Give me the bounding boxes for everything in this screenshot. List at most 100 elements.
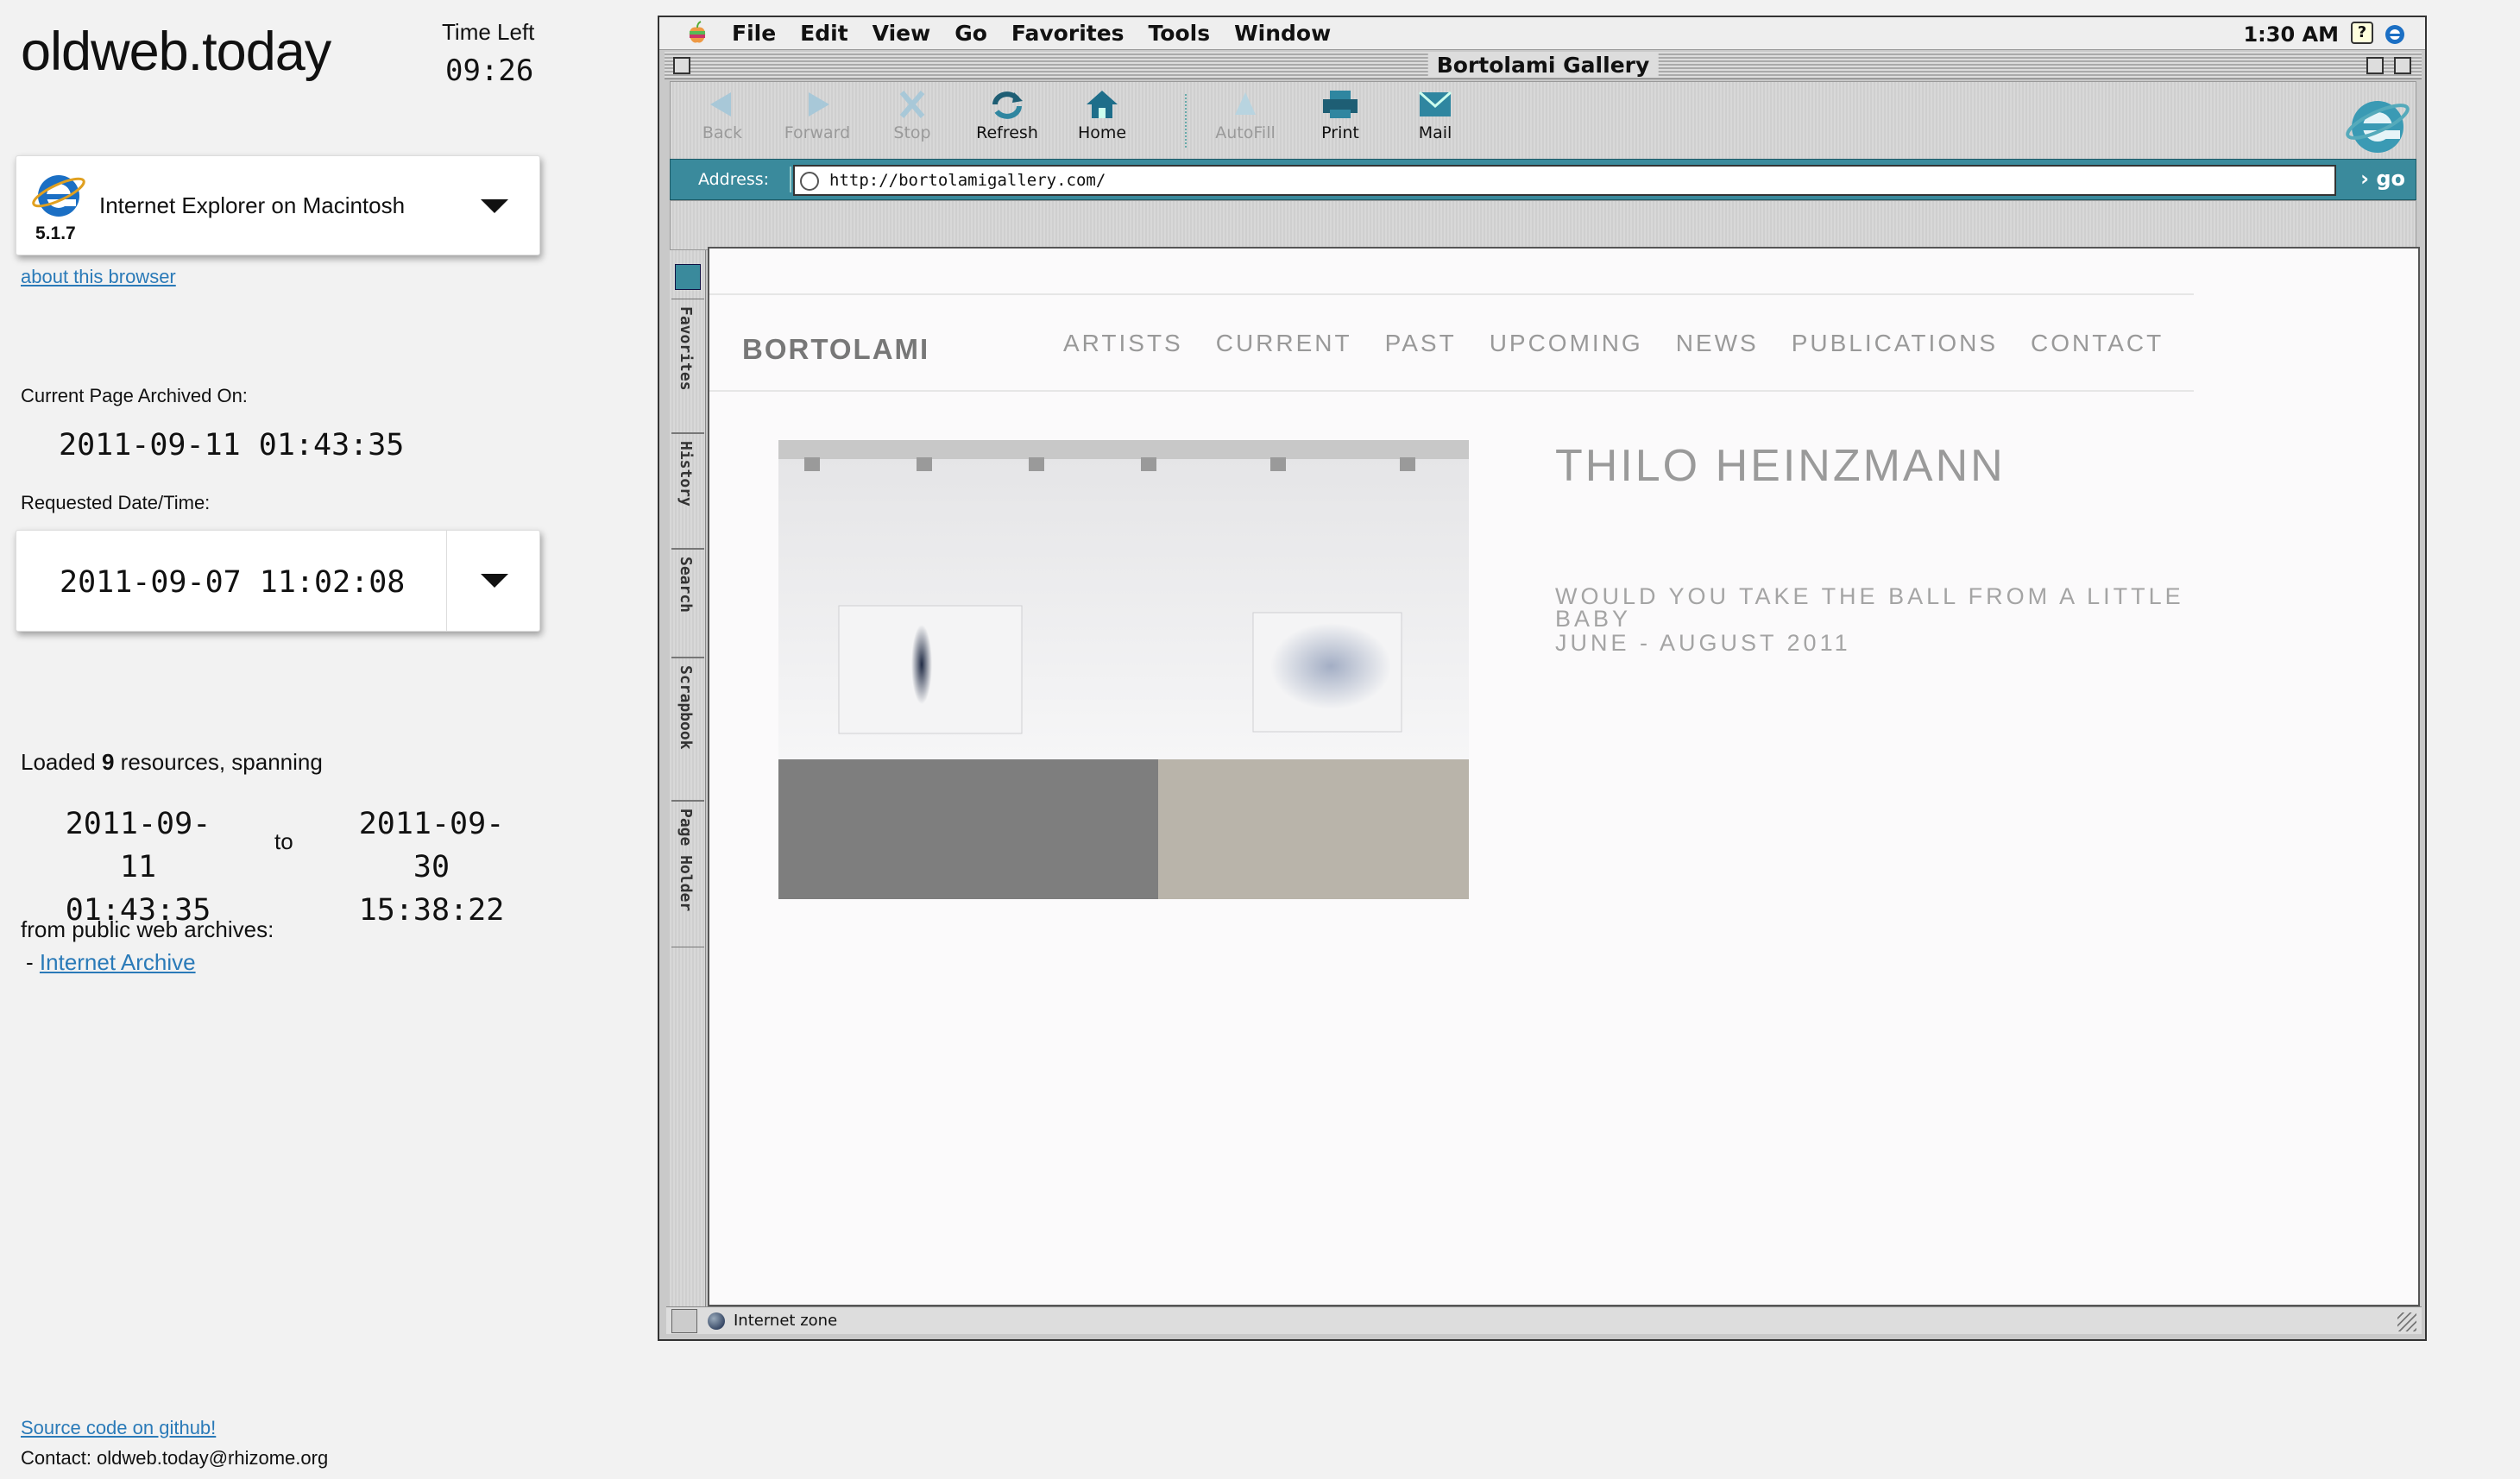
- show-title: WOULD YOU TAKE THE BALL FROM A LITTLE BA…: [1555, 583, 2184, 632]
- page-icon: [800, 172, 819, 191]
- zoom-box-icon[interactable]: [2366, 57, 2384, 74]
- list-bullet: -: [26, 949, 34, 975]
- nav-publications[interactable]: PUBLICATIONS: [1792, 330, 1998, 357]
- sidebar: oldweb.today Time Left 09:26 Internet Ex…: [0, 0, 656, 1479]
- menu-bar: File Edit View Go Favorites Tools Window…: [659, 17, 2425, 50]
- time-left-label: Time Left: [442, 19, 535, 45]
- contact-text: Contact: oldweb.today@rhizome.org: [21, 1447, 329, 1469]
- close-box-icon[interactable]: [673, 57, 690, 74]
- globe-icon: [708, 1312, 725, 1330]
- printer-icon: [1323, 91, 1358, 118]
- site-nav: ARTISTS CURRENT PAST UPCOMING NEWS PUBLI…: [1063, 330, 2164, 357]
- address-url[interactable]: http://bortolamigallery.com/: [829, 171, 1106, 190]
- mail-label: Mail: [1418, 123, 1452, 142]
- stop-label: Stop: [893, 123, 931, 142]
- home-button[interactable]: Home: [1059, 89, 1145, 142]
- explorer-tab-label: Page Holder: [677, 809, 695, 912]
- browser-selector[interactable]: Internet Explorer on Macintosh 5.1.7: [16, 155, 540, 255]
- address-label: Address:: [677, 167, 791, 192]
- back-button[interactable]: Back: [679, 89, 765, 142]
- security-zone: Internet zone: [734, 1312, 838, 1330]
- requested-datetime-selector[interactable]: 2011-09-07 11:02:08: [16, 530, 540, 632]
- nav-upcoming[interactable]: UPCOMING: [1490, 330, 1643, 357]
- mail-icon: [1419, 91, 1452, 116]
- refresh-label: Refresh: [976, 123, 1038, 142]
- forward-button[interactable]: Forward: [774, 89, 860, 142]
- nav-current[interactable]: CURRENT: [1216, 330, 1352, 357]
- time-left-value: 09:26: [445, 53, 534, 88]
- explorer-tab-label: Search: [677, 557, 695, 614]
- nav-contact[interactable]: CONTACT: [2031, 330, 2164, 357]
- nav-artists[interactable]: ARTISTS: [1063, 330, 1183, 357]
- chevron-down-icon[interactable]: [481, 199, 508, 213]
- emulated-desktop[interactable]: File Edit View Go Favorites Tools Window…: [658, 16, 2427, 1341]
- go-button[interactable]: › go: [2360, 167, 2405, 191]
- menu-go[interactable]: Go: [954, 21, 987, 46]
- explorer-tab-label: History: [677, 441, 695, 507]
- refresh-button[interactable]: Refresh: [964, 89, 1050, 142]
- status-bar: Internet zone: [666, 1306, 2422, 1334]
- chevron-down-icon[interactable]: [481, 574, 508, 588]
- web-page-content[interactable]: BORTOLAMI ARTISTS CURRENT PAST UPCOMING …: [708, 247, 2420, 1306]
- windowshade-box-icon[interactable]: [2394, 57, 2411, 74]
- explorer-tab-page-holder[interactable]: Page Holder: [671, 801, 704, 947]
- requested-datetime-value[interactable]: 2011-09-07 11:02:08: [60, 565, 405, 600]
- gallery-installation-image[interactable]: [778, 440, 1469, 899]
- address-bar: Address: http://bortolamigallery.com/ › …: [670, 159, 2416, 200]
- application-menu-icon[interactable]: [2382, 21, 2408, 47]
- forward-label: Forward: [784, 123, 851, 142]
- divider: [446, 531, 447, 631]
- menu-favorites[interactable]: Favorites: [1011, 21, 1125, 46]
- menu-file[interactable]: File: [732, 21, 776, 46]
- nav-news[interactable]: NEWS: [1676, 330, 1759, 357]
- autofill-button[interactable]: AutoFill: [1202, 89, 1288, 142]
- requested-datetime-label: Requested Date/Time:: [21, 492, 211, 513]
- forward-arrow-icon: [809, 92, 829, 116]
- explorer-tab-scrapbook[interactable]: Scrapbook: [671, 658, 704, 801]
- window-title: Bortolami Gallery: [1427, 53, 1659, 78]
- toolbar-separator: [1185, 94, 1187, 148]
- help-icon[interactable]: ?: [2351, 22, 2373, 44]
- mail-button[interactable]: Mail: [1392, 89, 1478, 142]
- about-browser-link[interactable]: about this browser: [21, 266, 176, 288]
- address-input[interactable]: http://bortolamigallery.com/: [793, 165, 2336, 196]
- browser-version: 5.1.7: [35, 223, 76, 243]
- menu-list: File Edit View Go Favorites Tools Window: [732, 21, 1331, 46]
- archived-on-value: 2011-09-11 01:43:35: [59, 428, 405, 463]
- internet-explorer-throbber-icon: [2346, 101, 2410, 153]
- explorer-tab-favorites[interactable]: Favorites: [671, 299, 704, 433]
- explorer-tab-search[interactable]: Search: [671, 549, 704, 658]
- menu-edit[interactable]: Edit: [800, 21, 848, 46]
- menu-window[interactable]: Window: [1234, 21, 1331, 46]
- site-header: BORTOLAMI ARTISTS CURRENT PAST UPCOMING …: [709, 293, 2194, 392]
- explorer-tab-label: Scrapbook: [677, 665, 695, 750]
- menu-view[interactable]: View: [873, 21, 931, 46]
- stop-button[interactable]: Stop: [869, 89, 955, 142]
- explorer-tab-label: Favorites: [677, 306, 695, 391]
- back-label: Back: [702, 123, 743, 142]
- favorites-bar: [670, 200, 2416, 250]
- explorer-toggle-icon[interactable]: [675, 264, 701, 290]
- internet-archive-link[interactable]: Internet Archive: [40, 949, 196, 975]
- apple-menu-icon[interactable]: [687, 21, 708, 45]
- artist-name[interactable]: THILO HEINZMANN: [1555, 440, 2006, 492]
- print-button[interactable]: Print: [1297, 89, 1383, 142]
- refresh-icon: [992, 91, 1023, 119]
- menu-tools[interactable]: Tools: [1149, 21, 1211, 46]
- window-title-bar[interactable]: Bortolami Gallery: [665, 52, 2422, 79]
- explorer-tab-history[interactable]: History: [671, 433, 704, 549]
- nav-past[interactable]: PAST: [1385, 330, 1457, 357]
- explorer-bar: Favorites History Search Scrapbook Page …: [670, 250, 706, 1320]
- autofill-label: AutoFill: [1215, 123, 1276, 142]
- site-logo[interactable]: BORTOLAMI: [742, 333, 929, 366]
- span-end-date: 2011-09-30: [358, 807, 505, 884]
- source-code-link[interactable]: Source code on github!: [21, 1417, 216, 1439]
- span-end: 2011-09-30 15:38:22: [345, 802, 518, 932]
- app-logo[interactable]: oldweb.today: [21, 21, 331, 83]
- span-start: 2011-09-11 01:43:35: [52, 802, 224, 932]
- browser-name: Internet Explorer on Macintosh: [99, 192, 406, 218]
- explorer-grip-icon[interactable]: [671, 1309, 697, 1333]
- span-start-date: 2011-09-11: [65, 807, 211, 884]
- menu-clock[interactable]: 1:30 AM: [2243, 22, 2339, 47]
- resize-grip-icon[interactable]: [2397, 1312, 2416, 1331]
